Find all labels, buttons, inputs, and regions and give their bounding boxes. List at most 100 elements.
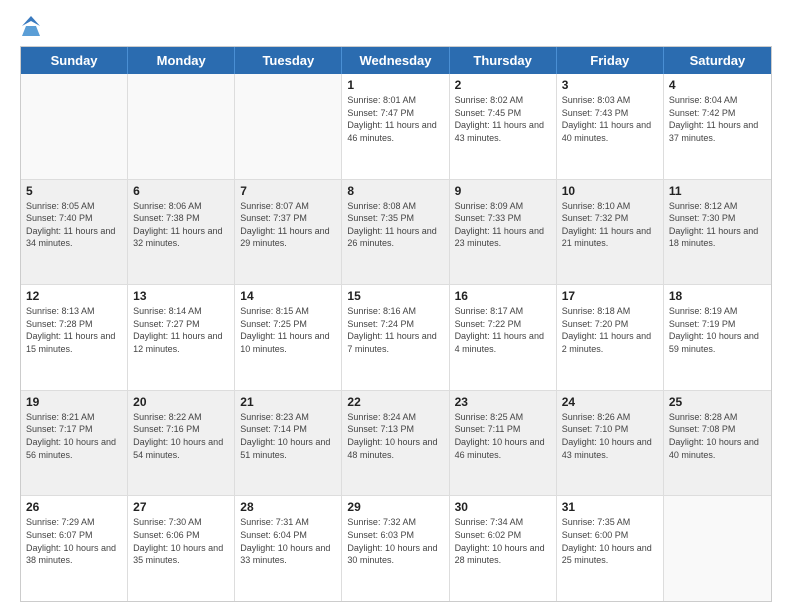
table-row: 12 Sunrise: 8:13 AMSunset: 7:28 PMDayligh… <box>21 285 128 390</box>
cal-header-tuesday: Tuesday <box>235 47 342 74</box>
day-number: 25 <box>669 395 766 409</box>
cell-info: Sunrise: 8:03 AMSunset: 7:43 PMDaylight:… <box>562 94 658 144</box>
cell-info: Sunrise: 8:13 AMSunset: 7:28 PMDaylight:… <box>26 305 122 355</box>
calendar-body: 1Sunrise: 8:01 AMSunset: 7:47 PMDaylight… <box>21 74 771 601</box>
table-row: 3Sunrise: 8:03 AMSunset: 7:43 PMDaylight… <box>557 74 664 179</box>
table-row: 31 Sunrise: 7:35 AMSunset: 6:00 PMDayligh… <box>557 496 664 601</box>
cell-info: Sunrise: 8:12 AMSunset: 7:30 PMDaylight:… <box>669 200 766 250</box>
cell-info: Sunrise: 7:35 AMSunset: 6:00 PMDaylight:… <box>562 516 658 566</box>
table-row <box>235 74 342 179</box>
cal-header-thursday: Thursday <box>450 47 557 74</box>
cell-info: Sunrise: 8:28 AMSunset: 7:08 PMDaylight:… <box>669 411 766 461</box>
table-row: 29 Sunrise: 7:32 AMSunset: 6:03 PMDayligh… <box>342 496 449 601</box>
day-number: 7 <box>240 184 336 198</box>
day-number: 18 <box>669 289 766 303</box>
table-row: 2 Sunrise: 8:02 AMSunset: 7:45 PMDaylight… <box>450 74 557 179</box>
cell-info: Sunrise: 7:34 AMSunset: 6:02 PMDaylight:… <box>455 516 551 566</box>
table-row: 11 Sunrise: 8:12 AMSunset: 7:30 PMDayligh… <box>664 180 771 285</box>
table-row <box>21 74 128 179</box>
cell-info: Sunrise: 8:09 AMSunset: 7:33 PMDaylight:… <box>455 200 551 250</box>
cell-info: Sunrise: 8:05 AMSunset: 7:40 PMDaylight:… <box>26 200 122 250</box>
day-number: 21 <box>240 395 336 409</box>
table-row: 7 Sunrise: 8:07 AMSunset: 7:37 PMDaylight… <box>235 180 342 285</box>
table-row: 20 Sunrise: 8:22 AMSunset: 7:16 PMDayligh… <box>128 391 235 496</box>
cell-info: Sunrise: 8:06 AMSunset: 7:38 PMDaylight:… <box>133 200 229 250</box>
logo <box>20 16 38 36</box>
day-number: 16 <box>455 289 551 303</box>
day-number: 26 <box>26 500 122 514</box>
table-row: 9Sunrise: 8:09 AMSunset: 7:33 PMDaylight… <box>450 180 557 285</box>
table-row: 8Sunrise: 8:08 AMSunset: 7:35 PMDaylight… <box>342 180 449 285</box>
cell-info: Sunrise: 7:30 AMSunset: 6:06 PMDaylight:… <box>133 516 229 566</box>
cell-info: Sunrise: 8:08 AMSunset: 7:35 PMDaylight:… <box>347 200 443 250</box>
cell-info: Sunrise: 8:19 AMSunset: 7:19 PMDaylight:… <box>669 305 766 355</box>
table-row: 1Sunrise: 8:01 AMSunset: 7:47 PMDaylight… <box>342 74 449 179</box>
table-row: 6 Sunrise: 8:06 AMSunset: 7:38 PMDaylight… <box>128 180 235 285</box>
cell-info: Sunrise: 8:01 AMSunset: 7:47 PMDaylight:… <box>347 94 443 144</box>
cell-info: Sunrise: 8:02 AMSunset: 7:45 PMDaylight:… <box>455 94 551 144</box>
cell-info: Sunrise: 7:31 AMSunset: 6:04 PMDaylight:… <box>240 516 336 566</box>
header <box>20 16 772 36</box>
cal-week-1: 1Sunrise: 8:01 AMSunset: 7:47 PMDaylight… <box>21 74 771 180</box>
day-number: 31 <box>562 500 658 514</box>
cell-info: Sunrise: 8:14 AMSunset: 7:27 PMDaylight:… <box>133 305 229 355</box>
cal-week-2: 5Sunrise: 8:05 AMSunset: 7:40 PMDaylight… <box>21 180 771 286</box>
day-number: 30 <box>455 500 551 514</box>
day-number: 4 <box>669 78 766 92</box>
cell-info: Sunrise: 8:25 AMSunset: 7:11 PMDaylight:… <box>455 411 551 461</box>
cal-header-monday: Monday <box>128 47 235 74</box>
day-number: 13 <box>133 289 229 303</box>
day-number: 27 <box>133 500 229 514</box>
day-number: 17 <box>562 289 658 303</box>
table-row: 14Sunrise: 8:15 AMSunset: 7:25 PMDayligh… <box>235 285 342 390</box>
day-number: 15 <box>347 289 443 303</box>
cal-header-saturday: Saturday <box>664 47 771 74</box>
cell-info: Sunrise: 8:04 AMSunset: 7:42 PMDaylight:… <box>669 94 766 144</box>
day-number: 6 <box>133 184 229 198</box>
day-number: 19 <box>26 395 122 409</box>
cal-header-wednesday: Wednesday <box>342 47 449 74</box>
table-row: 18 Sunrise: 8:19 AMSunset: 7:19 PMDayligh… <box>664 285 771 390</box>
day-number: 24 <box>562 395 658 409</box>
cell-info: Sunrise: 8:16 AMSunset: 7:24 PMDaylight:… <box>347 305 443 355</box>
cell-info: Sunrise: 8:23 AMSunset: 7:14 PMDaylight:… <box>240 411 336 461</box>
table-row: 19 Sunrise: 8:21 AMSunset: 7:17 PMDayligh… <box>21 391 128 496</box>
table-row <box>664 496 771 601</box>
cell-info: Sunrise: 8:18 AMSunset: 7:20 PMDaylight:… <box>562 305 658 355</box>
calendar: SundayMondayTuesdayWednesdayThursdayFrid… <box>20 46 772 602</box>
cal-week-4: 19 Sunrise: 8:21 AMSunset: 7:17 PMDayligh… <box>21 391 771 497</box>
day-number: 20 <box>133 395 229 409</box>
day-number: 12 <box>26 289 122 303</box>
table-row: 17 Sunrise: 8:18 AMSunset: 7:20 PMDayligh… <box>557 285 664 390</box>
cal-week-3: 12 Sunrise: 8:13 AMSunset: 7:28 PMDayligh… <box>21 285 771 391</box>
table-row: 26 Sunrise: 7:29 AMSunset: 6:07 PMDayligh… <box>21 496 128 601</box>
table-row: 22Sunrise: 8:24 AMSunset: 7:13 PMDayligh… <box>342 391 449 496</box>
table-row: 24 Sunrise: 8:26 AMSunset: 7:10 PMDayligh… <box>557 391 664 496</box>
day-number: 29 <box>347 500 443 514</box>
cell-info: Sunrise: 8:10 AMSunset: 7:32 PMDaylight:… <box>562 200 658 250</box>
cell-info: Sunrise: 7:29 AMSunset: 6:07 PMDaylight:… <box>26 516 122 566</box>
cell-info: Sunrise: 8:26 AMSunset: 7:10 PMDaylight:… <box>562 411 658 461</box>
cal-week-5: 26 Sunrise: 7:29 AMSunset: 6:07 PMDayligh… <box>21 496 771 601</box>
day-number: 2 <box>455 78 551 92</box>
table-row: 28Sunrise: 7:31 AMSunset: 6:04 PMDayligh… <box>235 496 342 601</box>
day-number: 11 <box>669 184 766 198</box>
table-row: 16Sunrise: 8:17 AMSunset: 7:22 PMDayligh… <box>450 285 557 390</box>
table-row: 10 Sunrise: 8:10 AMSunset: 7:32 PMDayligh… <box>557 180 664 285</box>
table-row: 25 Sunrise: 8:28 AMSunset: 7:08 PMDayligh… <box>664 391 771 496</box>
cell-info: Sunrise: 8:07 AMSunset: 7:37 PMDaylight:… <box>240 200 336 250</box>
cell-info: Sunrise: 7:32 AMSunset: 6:03 PMDaylight:… <box>347 516 443 566</box>
day-number: 23 <box>455 395 551 409</box>
day-number: 10 <box>562 184 658 198</box>
day-number: 14 <box>240 289 336 303</box>
table-row: 15 Sunrise: 8:16 AMSunset: 7:24 PMDayligh… <box>342 285 449 390</box>
table-row: 27 Sunrise: 7:30 AMSunset: 6:06 PMDayligh… <box>128 496 235 601</box>
logo-icon <box>22 16 40 36</box>
page: SundayMondayTuesdayWednesdayThursdayFrid… <box>0 0 792 612</box>
table-row: 23 Sunrise: 8:25 AMSunset: 7:11 PMDayligh… <box>450 391 557 496</box>
day-number: 22 <box>347 395 443 409</box>
cell-info: Sunrise: 8:21 AMSunset: 7:17 PMDaylight:… <box>26 411 122 461</box>
cal-header-sunday: Sunday <box>21 47 128 74</box>
cell-info: Sunrise: 8:22 AMSunset: 7:16 PMDaylight:… <box>133 411 229 461</box>
table-row: 4 Sunrise: 8:04 AMSunset: 7:42 PMDaylight… <box>664 74 771 179</box>
